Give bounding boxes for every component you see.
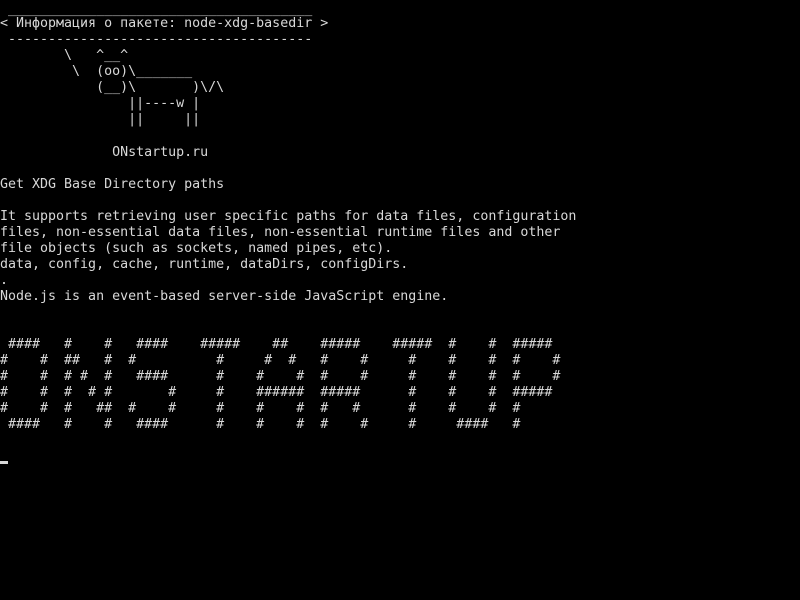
description-line: data, config, cache, runtime, dataDirs, … bbox=[0, 257, 409, 272]
cow-art-line: || || bbox=[0, 112, 201, 127]
site-label: ONstartup.ru bbox=[0, 145, 209, 160]
cowsay-bottom-border: -------------------------------------- bbox=[0, 32, 313, 47]
banner-line: #### # # #### # # # # # # #### # bbox=[0, 417, 521, 432]
cow-art-line: \ (oo)\_______ bbox=[0, 64, 193, 79]
description-line: file objects (such as sockets, named pip… bbox=[0, 241, 393, 256]
banner-line: #### # # #### ##### ## ##### ##### # # #… bbox=[0, 337, 553, 352]
description-line: Node.js is an event-based server-side Ja… bbox=[0, 289, 449, 304]
package-summary: Get XDG Base Directory paths bbox=[0, 177, 225, 192]
cow-art-line: ||----w | bbox=[0, 96, 201, 111]
description-line: It supports retrieving user specific pat… bbox=[0, 209, 577, 224]
terminal-screen[interactable]: ______________________________________ <… bbox=[0, 0, 800, 600]
cow-art-line: (__)\ )\/\ bbox=[0, 80, 225, 95]
description-line: files, non-essential data files, non-ess… bbox=[0, 225, 561, 240]
banner-line: # # # ## # # # # # # # # # # # bbox=[0, 401, 521, 416]
cowsay-message: < Информация о пакете: node-xdg-basedir … bbox=[0, 16, 329, 31]
banner-line: # # # # # # # ###### ##### # # # ##### bbox=[0, 385, 553, 400]
description-line: . bbox=[0, 273, 9, 288]
cow-art-line: \ ^__^ bbox=[0, 48, 129, 63]
text-cursor bbox=[0, 461, 8, 464]
banner-line: # # # # # #### # # # # # # # # # # bbox=[0, 369, 561, 384]
banner-line: # # ## # # # # # # # # # # # # bbox=[0, 353, 561, 368]
